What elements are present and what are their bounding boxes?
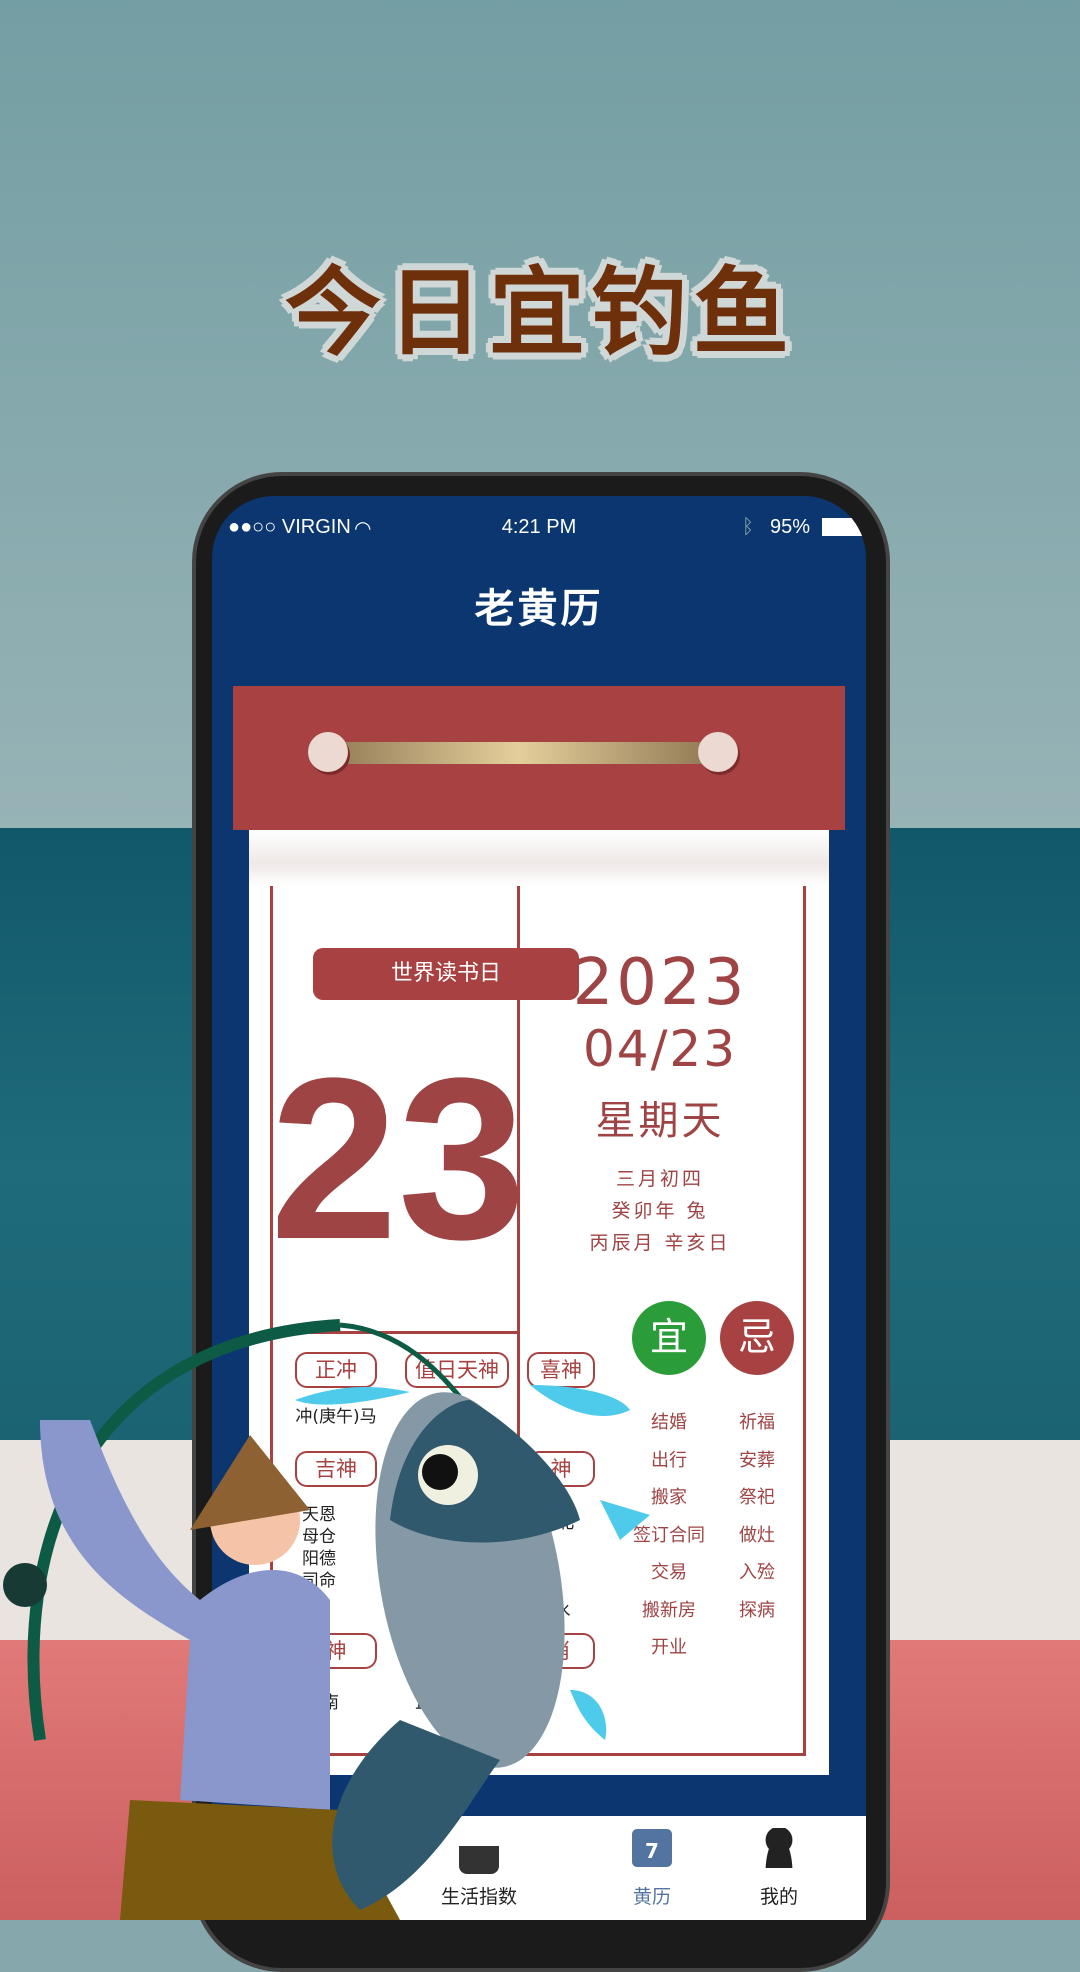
fisherman-body xyxy=(40,1420,330,1810)
fish-pupil xyxy=(422,1454,458,1490)
reel xyxy=(3,1563,47,1607)
fisherman-illustration xyxy=(3,1319,650,1920)
